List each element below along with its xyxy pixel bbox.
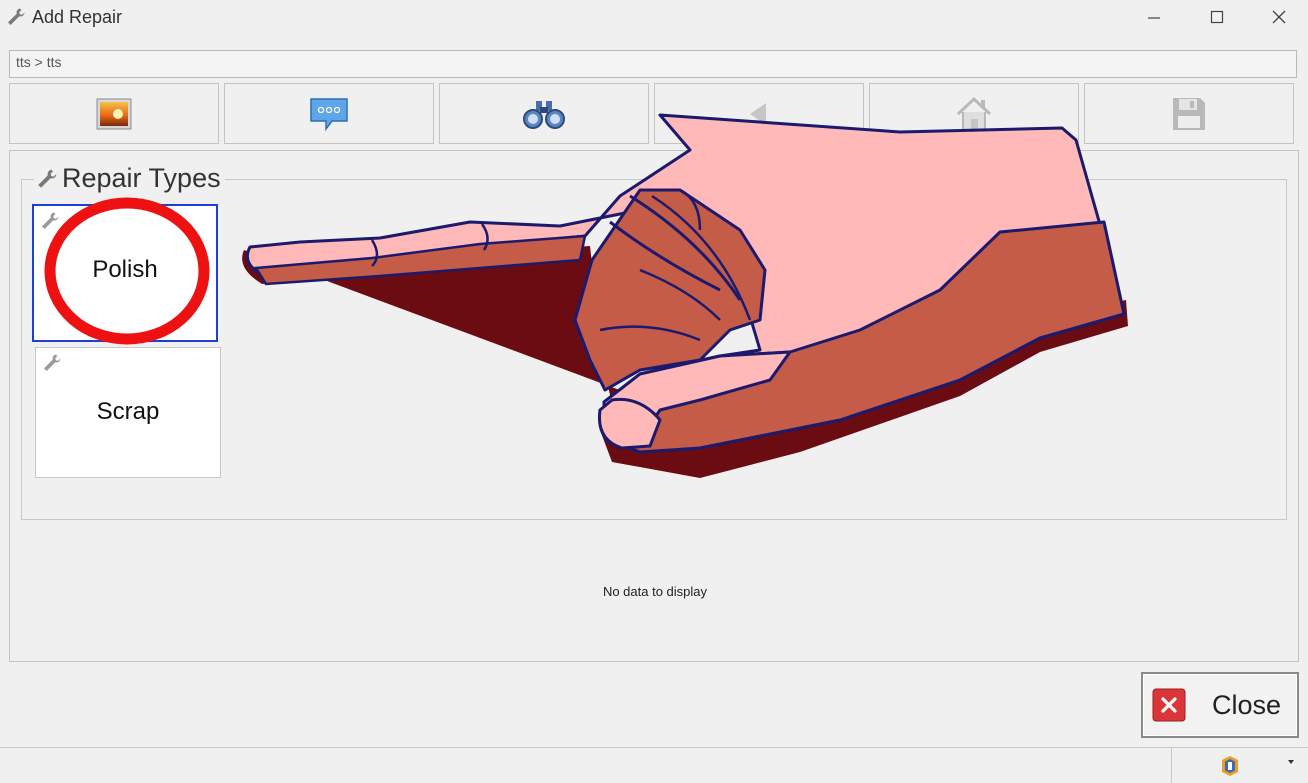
close-button-label: Close [1212,689,1282,720]
comment-button[interactable] [224,83,434,144]
repair-type-label: Scrap [96,398,160,425]
home-icon [956,96,992,131]
repair-types-title: Repair Types [62,163,221,193]
close-icon [1152,688,1186,722]
maximize-icon [1210,10,1224,24]
wrench-icon [8,8,25,25]
floppy-disk-icon [1173,97,1205,130]
dropdown-caret-icon[interactable] [1287,758,1295,766]
save-button[interactable] [1084,83,1294,144]
toolbar [9,83,1299,145]
window-title: Add Repair [32,7,123,27]
empty-grid-message: No data to display [602,584,708,599]
title-bar: Add Repair [0,0,1308,34]
picture-button[interactable] [9,83,219,144]
minimize-icon [1148,17,1160,19]
home-button[interactable] [869,83,1079,144]
picture-icon [96,98,132,129]
status-bar [0,747,1308,783]
highlight-circle [44,197,210,345]
binoculars-icon [523,100,565,129]
speech-bubble-icon [310,97,348,131]
search-button[interactable] [439,83,649,144]
status-app-icon[interactable] [1220,754,1240,778]
breadcrumb: tts > tts [9,50,1297,78]
window-close-button[interactable] [1248,0,1308,34]
maximize-button[interactable] [1186,0,1248,34]
back-button[interactable] [654,83,864,144]
triangle-left-icon [750,102,766,125]
close-x-icon [1272,10,1286,24]
repair-type-tile-scrap[interactable]: Scrap [35,347,221,478]
status-separator [1171,748,1172,783]
close-button[interactable]: Close [1141,672,1299,738]
wrench-icon [44,354,61,371]
minimize-button[interactable] [1123,0,1185,34]
repair-types-legend: Repair Types [34,163,225,194]
wrench-icon [38,169,57,188]
